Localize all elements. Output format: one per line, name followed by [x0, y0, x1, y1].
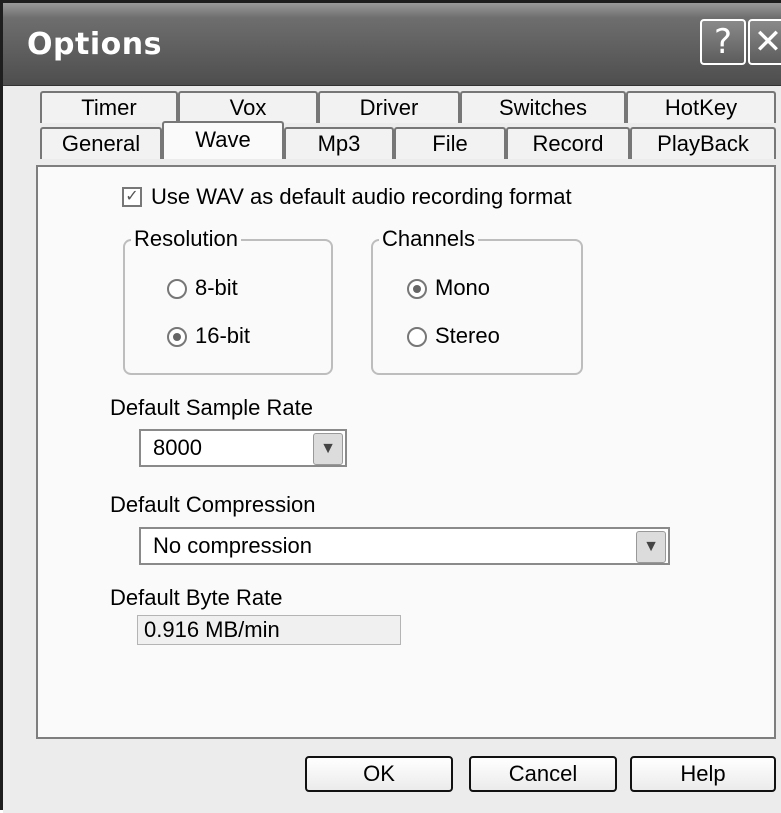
tab-hotkey[interactable]: HotKey [626, 91, 776, 123]
tab-mp3[interactable]: Mp3 [284, 127, 394, 159]
resolution-8bit-label[interactable]: 8-bit [195, 275, 238, 301]
tab-vox[interactable]: Vox [178, 91, 318, 123]
wave-tab-panel: ✓ Use WAV as default audio recording for… [36, 165, 776, 739]
resolution-8bit-radio[interactable] [167, 279, 187, 299]
channels-group: Channels Mono Stereo [371, 226, 583, 375]
sample-rate-select[interactable]: 8000 ▼ [139, 429, 347, 467]
resolution-group-label: Resolution [131, 226, 241, 252]
channels-group-label: Channels [379, 226, 478, 252]
tab-timer[interactable]: Timer [40, 91, 178, 123]
window-title: Options [27, 27, 162, 62]
channels-stereo-radio[interactable] [407, 327, 427, 347]
ok-button[interactable]: OK [305, 756, 453, 792]
cancel-button[interactable]: Cancel [469, 756, 617, 792]
channels-mono-radio[interactable] [407, 279, 427, 299]
resolution-16bit-label[interactable]: 16-bit [195, 323, 250, 349]
options-dialog: Options ? ✕ Timer Vox Driver Switches Ho… [0, 0, 781, 813]
compression-value: No compression [153, 533, 312, 558]
resolution-16bit-radio[interactable] [167, 327, 187, 347]
sample-rate-label: Default Sample Rate [110, 395, 313, 420]
tab-file[interactable]: File [394, 127, 506, 159]
tab-playback[interactable]: PlayBack [630, 127, 776, 159]
help-button[interactable]: Help [630, 756, 776, 792]
help-icon[interactable]: ? [700, 19, 746, 65]
byte-rate-field: 0.916 MB/min [137, 615, 401, 645]
chevron-down-icon[interactable]: ▼ [636, 531, 666, 563]
compression-select[interactable]: No compression ▼ [139, 527, 670, 565]
resolution-group: Resolution 8-bit 16-bit [123, 226, 333, 375]
tab-general[interactable]: General [40, 127, 162, 159]
tab-switches[interactable]: Switches [460, 91, 626, 123]
use-wav-label[interactable]: Use WAV as default audio recording forma… [151, 184, 572, 210]
sample-rate-value: 8000 [153, 435, 202, 460]
tab-driver[interactable]: Driver [318, 91, 460, 123]
close-icon[interactable]: ✕ [748, 19, 781, 65]
tab-record[interactable]: Record [506, 127, 630, 159]
tab-wave[interactable]: Wave [162, 121, 284, 159]
channels-mono-label[interactable]: Mono [435, 275, 490, 301]
title-bar[interactable]: Options ? ✕ [3, 3, 781, 86]
channels-stereo-label[interactable]: Stereo [435, 323, 500, 349]
byte-rate-label: Default Byte Rate [110, 585, 283, 610]
chevron-down-icon[interactable]: ▼ [313, 433, 343, 465]
compression-label: Default Compression [110, 492, 316, 517]
use-wav-checkbox[interactable]: ✓ [122, 187, 142, 207]
